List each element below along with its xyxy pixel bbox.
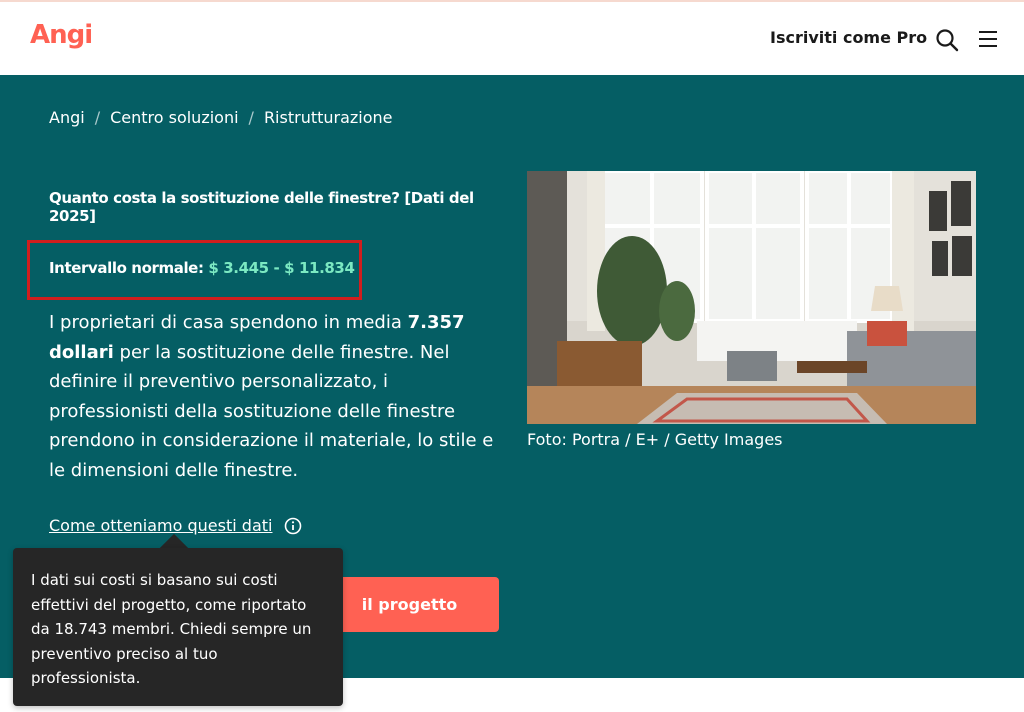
cost-range: Intervallo normale: $ 3.445 - $ 11.834 <box>49 259 355 277</box>
cost-description: I proprietari di casa spendono in media … <box>49 308 499 485</box>
breadcrumb-item-solutions[interactable]: Centro soluzioni <box>110 108 238 127</box>
info-icon[interactable] <box>284 517 302 535</box>
description-text: I proprietari di casa spendono in media <box>49 312 408 333</box>
menu-icon[interactable] <box>978 29 998 49</box>
page-title: Quanto costa la sostituzione delle fines… <box>49 189 474 225</box>
data-method-link[interactable]: Come otteniamo questi dati <box>49 516 272 535</box>
breadcrumb-item-renovation[interactable]: Ristrutturazione <box>264 108 393 127</box>
description-text: per la sostituzione delle finestre. Nel … <box>49 341 494 481</box>
data-source-tooltip: I dati sui costi si basano sui costi eff… <box>13 548 343 706</box>
range-value: $ 3.445 - $ 11.834 <box>208 259 355 277</box>
photo-caption: Foto: Portra / E+ / Getty Images <box>527 430 783 449</box>
breadcrumb: Angi / Centro soluzioni / Ristrutturazio… <box>49 108 393 127</box>
breadcrumb-separator: / <box>94 108 101 127</box>
search-icon[interactable] <box>935 28 959 52</box>
pro-signup-link[interactable]: Iscriviti come Pro <box>770 28 927 47</box>
angi-logo[interactable]: Angi <box>30 20 93 50</box>
living-room-photo <box>527 171 976 424</box>
site-header: Angi Iscriviti come Pro <box>0 2 1024 75</box>
breadcrumb-separator: / <box>248 108 254 127</box>
range-label: Intervallo normale: <box>49 259 204 277</box>
breadcrumb-item-angi[interactable]: Angi <box>49 108 85 127</box>
